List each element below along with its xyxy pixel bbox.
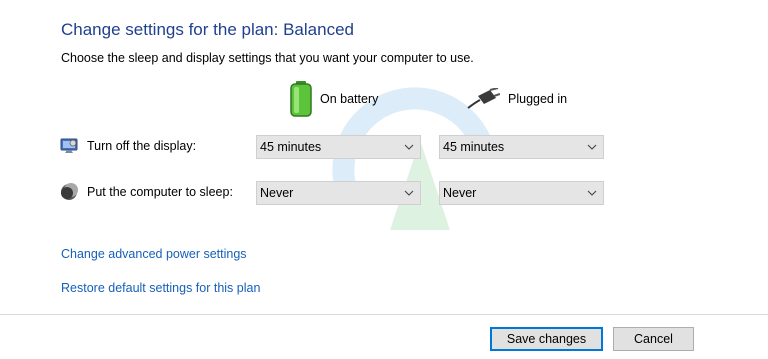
display-on-battery-value: 45 minutes: [260, 140, 322, 154]
display-plugged-in-select[interactable]: 45 minutes: [439, 135, 604, 159]
chevron-down-icon: [587, 190, 597, 196]
chevron-down-icon: [587, 144, 597, 150]
sleep-plugged-in-select[interactable]: Never: [439, 181, 604, 205]
save-changes-button[interactable]: Save changes: [490, 327, 603, 351]
plugged-in-label: Plugged in: [508, 92, 568, 106]
cancel-button[interactable]: Cancel: [613, 327, 694, 351]
advanced-power-settings-link[interactable]: Change advanced power settings: [61, 247, 247, 261]
sleep-on-battery-value: Never: [260, 186, 294, 200]
chevron-down-icon: [404, 144, 414, 150]
moon-icon: [61, 183, 78, 200]
sleep-plugged-in-value: Never: [443, 186, 477, 200]
page-title: Change settings for the plan: Balanced: [61, 20, 354, 39]
turn-off-display-row: Turn off the display:: [60, 137, 196, 155]
on-battery-header: On battery: [290, 80, 378, 118]
restore-defaults-link[interactable]: Restore default settings for this plan: [61, 281, 260, 295]
display-on-battery-select[interactable]: 45 minutes: [256, 135, 421, 159]
computer-sleep-row: Put the computer to sleep:: [60, 183, 233, 201]
display-plugged-in-value: 45 minutes: [443, 140, 505, 154]
on-battery-label: On battery: [320, 92, 379, 106]
turn-off-display-label: Turn off the display:: [87, 139, 197, 153]
sleep-on-battery-select[interactable]: Never: [256, 181, 421, 205]
plugged-in-header: Plugged in: [466, 80, 567, 118]
monitor-icon: [60, 138, 78, 153]
battery-icon: [290, 81, 312, 117]
computer-sleep-label: Put the computer to sleep:: [87, 185, 233, 199]
chevron-down-icon: [404, 190, 414, 196]
plug-icon: [467, 88, 500, 109]
power-plan-settings-page: Change settings for the plan: Balanced C…: [0, 0, 768, 359]
page-subtitle: Choose the sleep and display settings th…: [61, 51, 474, 65]
